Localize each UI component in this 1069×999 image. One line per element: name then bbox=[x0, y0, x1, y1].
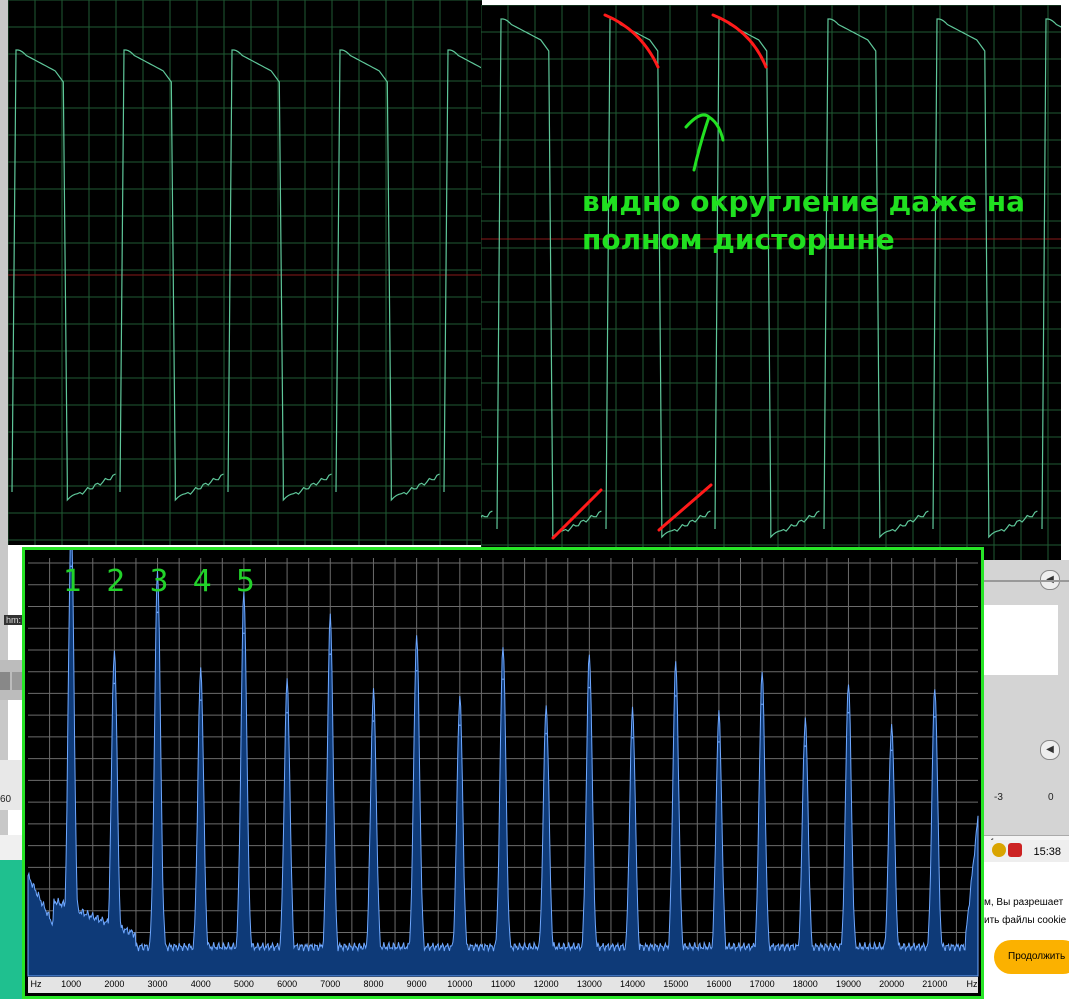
spectrum-peak bbox=[890, 749, 893, 752]
spectrum-peak bbox=[199, 699, 202, 701]
spectrum-peak bbox=[459, 724, 461, 726]
spectrum-peak bbox=[156, 611, 159, 614]
left-toolbar bbox=[0, 660, 24, 700]
spectrum-peak bbox=[286, 711, 288, 714]
spectrum-peak bbox=[588, 686, 591, 689]
shield-icon[interactable] bbox=[1008, 843, 1022, 857]
spectrum-peak bbox=[415, 670, 418, 672]
spectrum-peak bbox=[372, 720, 375, 722]
left-ruler: 60 bbox=[0, 760, 24, 810]
axis-tick-label: 4000 bbox=[190, 979, 211, 989]
axis-tick-label: 11000 bbox=[490, 979, 516, 989]
forward-button[interactable] bbox=[12, 672, 22, 690]
spectrum-peak bbox=[674, 695, 677, 697]
axis-tick-label: 14000 bbox=[620, 979, 646, 989]
axis-tick-label: 8000 bbox=[363, 979, 384, 989]
spectrum-peak bbox=[329, 653, 332, 655]
highlight-stroke bbox=[657, 483, 713, 532]
spectrum-peak bbox=[502, 678, 504, 681]
cookie-banner: м, Вы разрешает ить файлы cookie Продолж… bbox=[980, 862, 1069, 999]
ruler-value: 60 bbox=[0, 794, 12, 805]
axis-tick-label: 6000 bbox=[277, 979, 298, 989]
globe-icon[interactable] bbox=[992, 843, 1006, 857]
oscilloscope-right bbox=[481, 5, 1061, 560]
spectrum-analyzer: 12345 Hz Hz 1000 2000 3000 4000 5000 6000 7000… bbox=[22, 547, 984, 999]
spectrum-peak bbox=[934, 716, 936, 718]
divider bbox=[980, 580, 1069, 582]
spectrum-peak bbox=[718, 741, 720, 743]
harmonic-label: 3 bbox=[149, 564, 169, 599]
axis-tick-label: 13000 bbox=[576, 979, 602, 989]
ruler-tick: 0 bbox=[1048, 792, 1054, 803]
axis-tick-label: 3000 bbox=[147, 979, 168, 989]
spectrum-peak bbox=[631, 736, 634, 739]
axis-unit-right: Hz bbox=[966, 979, 978, 989]
spectrum-peak bbox=[847, 711, 850, 714]
scroll-arrow-icon[interactable]: ◀ bbox=[1040, 740, 1060, 760]
harmonic-label: 1 bbox=[63, 564, 83, 599]
highlight-stroke bbox=[551, 488, 603, 540]
system-tray: 15:38 bbox=[980, 840, 1069, 863]
right-pane bbox=[980, 605, 1058, 675]
axis-tick-label: 12000 bbox=[533, 979, 559, 989]
annotation-line-2: полном дисторшне bbox=[582, 223, 895, 256]
status-text: hm: bbox=[4, 615, 24, 625]
axis-tick-label: 5000 bbox=[233, 979, 254, 989]
harmonic-label: 2 bbox=[106, 564, 126, 599]
cookie-line: м, Вы разрешает bbox=[984, 897, 1064, 908]
axis-tick-label: 1000 bbox=[61, 979, 82, 989]
axis-tick-label: 21000 bbox=[922, 979, 948, 989]
desktop-background bbox=[0, 860, 24, 999]
cookie-line: ить файлы cookie bbox=[984, 915, 1067, 926]
clock: 15:38 bbox=[1033, 846, 1061, 858]
harmonic-label: 5 bbox=[235, 564, 255, 599]
axis-tick-label: 9000 bbox=[406, 979, 427, 989]
ruler-tick: -3 bbox=[994, 792, 1003, 803]
axis-tick-label: 19000 bbox=[835, 979, 861, 989]
cookie-text: м, Вы разрешает ить файлы cookie bbox=[984, 894, 1066, 930]
harmonic-label: 4 bbox=[192, 564, 212, 599]
spectrum-peak bbox=[545, 732, 547, 735]
axis-tick-label: 18000 bbox=[792, 979, 818, 989]
left-status-row bbox=[0, 835, 24, 861]
frequency-axis: Hz Hz 1000 2000 3000 4000 5000 6000 7000 8000 90… bbox=[28, 977, 978, 993]
play-button[interactable] bbox=[0, 672, 10, 690]
spectrum-peak bbox=[113, 682, 116, 685]
axis-tick-label: 16000 bbox=[706, 979, 732, 989]
spectrum-chart bbox=[27, 550, 979, 977]
spectrum-peak bbox=[761, 703, 763, 706]
axis-unit-left: Hz bbox=[30, 979, 42, 989]
oscilloscope-left bbox=[8, 0, 482, 545]
waveform-trace bbox=[481, 18, 1061, 539]
spectrum-peak bbox=[243, 632, 245, 635]
continue-button[interactable]: Продолжить bbox=[994, 940, 1069, 974]
axis-tick-label: 2000 bbox=[104, 979, 125, 989]
waveform-plot-left bbox=[8, 0, 482, 545]
annotation-line-1: видно округление даже на bbox=[582, 185, 1025, 218]
annotation-text: видно округление даже на полном дисторшн… bbox=[582, 183, 1032, 259]
axis-tick-label: 15000 bbox=[663, 979, 689, 989]
waveform-plot-right bbox=[481, 5, 1061, 560]
spectrum-peak bbox=[804, 745, 807, 747]
axis-tick-label: 17000 bbox=[749, 979, 775, 989]
axis-tick-label: 7000 bbox=[320, 979, 341, 989]
axis-tick-label: 10000 bbox=[447, 979, 473, 989]
axis-tick-label: 20000 bbox=[879, 979, 905, 989]
